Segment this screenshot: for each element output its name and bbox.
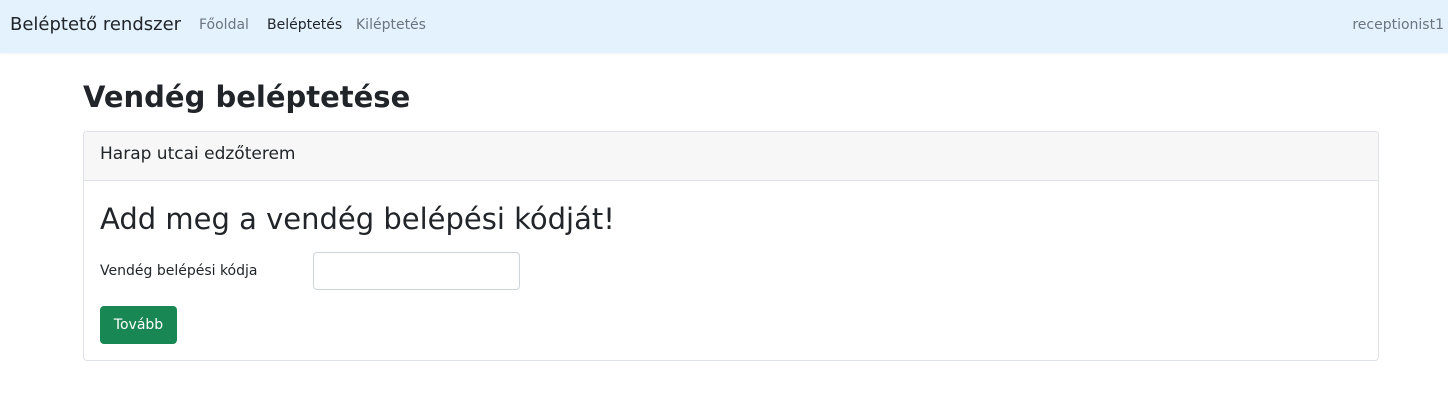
- page-title: Vendég beléptetése: [83, 80, 411, 114]
- nav-link-checkin[interactable]: Beléptetés: [267, 17, 342, 33]
- card-header: Harap utcai edzőterem: [84, 132, 1378, 181]
- checkin-card: Harap utcai edzőterem Add meg a vendég b…: [83, 131, 1379, 361]
- nav-link-checkout[interactable]: Kiléptetés: [356, 17, 426, 33]
- top-navbar: Beléptető rendszer Főoldal Beléptetés Ki…: [0, 0, 1448, 53]
- submit-button[interactable]: Tovább: [100, 306, 177, 344]
- brand-link[interactable]: Beléptető rendszer: [10, 14, 181, 35]
- guest-code-label: Vendég belépési kódja: [100, 263, 258, 279]
- card-title: Add meg a vendég belépési kódját!: [100, 202, 615, 236]
- guest-code-input[interactable]: [313, 252, 520, 290]
- current-user-label[interactable]: receptionist1: [1352, 17, 1444, 33]
- nav-link-home[interactable]: Főoldal: [199, 17, 249, 33]
